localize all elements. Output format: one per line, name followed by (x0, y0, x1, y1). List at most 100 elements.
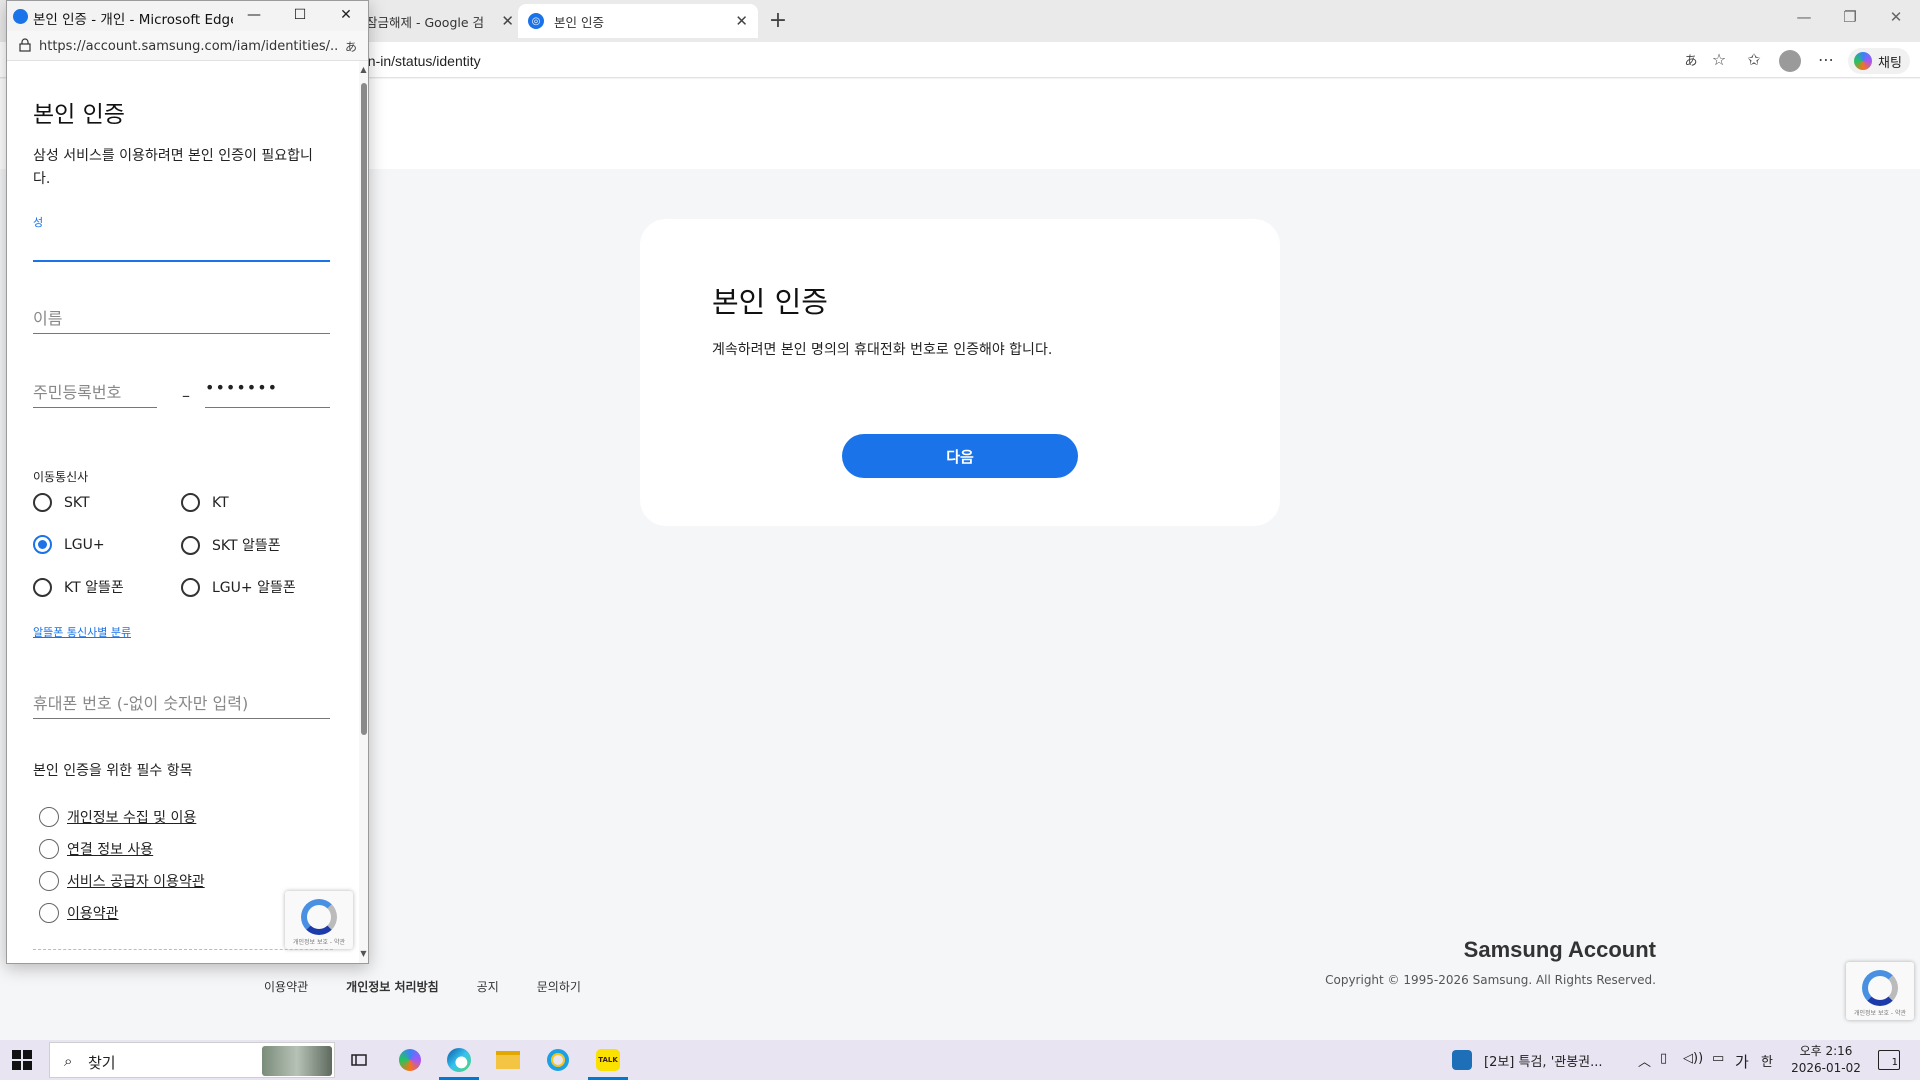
scrollbar-thumb[interactable] (361, 83, 367, 735)
tab-identity[interactable]: ◎ 본인 인증 ✕ (518, 4, 758, 38)
popup-titlebar[interactable]: 본인 인증 - 개인 - Microsoft Edge — ☐ ✕ (7, 1, 368, 31)
kakaotalk-icon[interactable]: TALK (588, 1046, 628, 1080)
page-title: 본인 인증 (712, 285, 828, 319)
carrier-radio-lgu-mvno[interactable]: LGU+ 알뜰폰 (181, 577, 296, 597)
read-aloud-icon[interactable]: あ (345, 38, 357, 55)
consent-privacy[interactable]: 개인정보 수집 및 이용 (39, 807, 196, 827)
clock-time: 오후 2:16 (1799, 1044, 1853, 1058)
radio-circle-checked (33, 535, 52, 554)
show-hidden-icons-icon[interactable]: ︿ (1638, 1051, 1651, 1070)
profile-avatar[interactable] (1779, 50, 1801, 72)
carrier-radio-lgu[interactable]: LGU+ (33, 535, 105, 554)
radio-label: LGU+ (64, 536, 105, 553)
checkbox-circle (39, 871, 59, 891)
network-icon[interactable]: ▭ (1712, 1051, 1724, 1066)
recaptcha-icon (301, 899, 337, 935)
consent-label[interactable]: 이용약관 (67, 903, 119, 923)
footer-link-privacy[interactable]: 개인정보 처리방침 (346, 978, 439, 995)
popup-title: 본인 인증 - 개인 - Microsoft Edge (33, 12, 233, 28)
footer-link-terms[interactable]: 이용약관 (264, 978, 308, 995)
footer-link-notice[interactable]: 공지 (477, 978, 499, 995)
recaptcha-icon (1862, 970, 1898, 1006)
mvno-carrier-link[interactable]: 알뜰폰 통신사별 분류 (33, 624, 131, 640)
radio-circle (181, 577, 200, 597)
consent-provider-terms[interactable]: 서비스 공급자 이용약관 (39, 871, 205, 891)
new-tab-icon[interactable]: + (766, 8, 790, 33)
favorites-icon[interactable]: ✩ (1743, 50, 1765, 69)
rrn-separator: – (182, 386, 190, 405)
carrier-radio-kt[interactable]: KT (181, 493, 229, 512)
file-explorer-icon[interactable] (494, 1046, 522, 1074)
popup-url[interactable]: https://account.samsung.com/iam/identiti… (39, 39, 337, 54)
news-text: [2보] 특검, '관봉권... (1484, 1054, 1603, 1070)
clock[interactable]: 오후 2:16 2026-01-02 (1786, 1043, 1866, 1077)
consent-label[interactable]: 서비스 공급자 이용약관 (67, 871, 205, 891)
minimize-icon[interactable]: — (244, 7, 264, 23)
consent-terms[interactable]: 이용약관 (39, 903, 119, 923)
windows-start-icon[interactable] (12, 1050, 32, 1070)
notification-icon[interactable]: 1 (1878, 1050, 1900, 1070)
minimize-icon[interactable]: — (1792, 8, 1816, 26)
edge-icon[interactable] (439, 1046, 479, 1080)
device-icon[interactable]: ▯ (1660, 1051, 1667, 1066)
radio-circle (33, 577, 52, 597)
carrier-label: 이동통신사 (33, 470, 89, 484)
carrier-radio-skt-mvno[interactable]: SKT 알뜰폰 (181, 535, 281, 555)
scroll-up-icon[interactable]: ▲ (359, 65, 368, 74)
carrier-radio-kt-mvno[interactable]: KT 알뜰폰 (33, 577, 124, 597)
tab-google-search[interactable]: 잠금해제 - Google 검 ✕ (366, 4, 514, 38)
card-description: 계속하려면 본인 명의의 휴대전화 번호로 인증해야 합니다. (712, 342, 1053, 358)
internet-explorer-icon[interactable] (544, 1046, 572, 1074)
consent-heading: 본인 인증을 위한 필수 항목 (33, 763, 193, 779)
clock-date: 2026-01-02 (1791, 1061, 1861, 1075)
favorite-star-icon[interactable]: ☆ (1708, 50, 1730, 69)
close-icon[interactable]: ✕ (501, 12, 514, 30)
lastname-field[interactable] (33, 232, 330, 262)
ime-language[interactable]: 가 (1735, 1051, 1749, 1072)
footer-links: 이용약관 개인정보 처리방침 공지 문의하기 (264, 978, 619, 995)
read-aloud-icon[interactable]: あ (1680, 50, 1702, 69)
recaptcha-badge[interactable]: 개인정보 보호 - 약관 (1846, 962, 1914, 1020)
url-input[interactable] (360, 50, 1260, 72)
tab-label: 본인 인증 (554, 14, 604, 30)
consent-label[interactable]: 연결 정보 사용 (67, 839, 153, 859)
rrn-front-field[interactable] (33, 378, 157, 408)
more-menu-icon[interactable]: ⋯ (1815, 50, 1837, 69)
news-widget[interactable]: [2보] 특검, '관봉권... (1452, 1050, 1603, 1070)
scroll-down-icon[interactable]: ▼ (359, 949, 368, 958)
popup-heading: 본인 인증 (33, 102, 125, 128)
news-icon (1452, 1050, 1472, 1070)
taskbar-search[interactable]: ⌕ 찾기 (49, 1042, 335, 1078)
task-view-icon[interactable] (345, 1046, 373, 1074)
recaptcha-badge[interactable]: 개인정보 보호 - 약관 (285, 891, 353, 949)
copilot-icon[interactable] (396, 1046, 424, 1074)
lastname-label: 성 (33, 216, 44, 229)
popup-scrollbar[interactable]: ▲ ▼ (359, 61, 368, 963)
radio-label: LGU+ 알뜰폰 (212, 580, 296, 596)
radio-circle (33, 493, 52, 512)
popup-content: 본인 인증 삼성 서비스를 이용하려면 본인 인증이 필요합니다. 성 – ••… (7, 61, 359, 963)
firstname-field[interactable] (33, 304, 330, 334)
close-icon[interactable]: ✕ (336, 7, 356, 23)
maximize-icon[interactable]: ☐ (290, 7, 310, 23)
next-button[interactable]: 다음 (842, 434, 1078, 478)
radio-circle (181, 493, 200, 512)
restore-icon[interactable]: ❐ (1838, 8, 1862, 26)
consent-label[interactable]: 개인정보 수집 및 이용 (67, 807, 196, 827)
ime-mode[interactable]: 한 (1761, 1051, 1773, 1070)
footer-link-contact[interactable]: 문의하기 (537, 978, 581, 995)
rrn-back-field[interactable]: ••••••• (205, 378, 330, 408)
phone-field[interactable] (33, 689, 330, 719)
close-window-icon[interactable]: ✕ (1884, 8, 1908, 26)
popup-description: 삼성 서비스를 이용하려면 본인 인증이 필요합니다. (33, 148, 313, 187)
carrier-radio-skt[interactable]: SKT (33, 493, 90, 512)
radio-circle (181, 535, 200, 555)
close-icon[interactable]: ✕ (735, 12, 748, 30)
consent-link-info[interactable]: 연결 정보 사용 (39, 839, 153, 859)
copilot-button[interactable]: 채팅 (1848, 48, 1910, 74)
samsung-account-brand: Samsung Account (1463, 937, 1656, 962)
samsung-favicon-icon: ◎ (528, 13, 544, 29)
divider (33, 949, 333, 950)
samsung-favicon-icon (13, 9, 28, 24)
volume-icon[interactable]: ◁)) (1683, 1051, 1703, 1066)
